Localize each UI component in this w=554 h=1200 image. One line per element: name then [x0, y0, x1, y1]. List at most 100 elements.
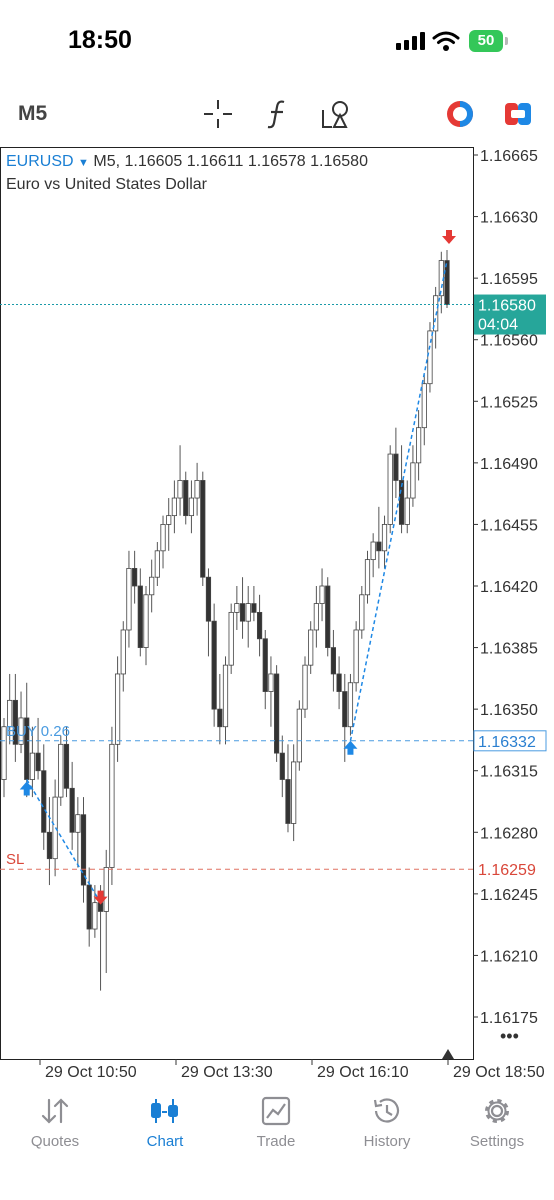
tab-quotes[interactable]: Quotes: [0, 1088, 110, 1168]
timeframe-button[interactable]: M5: [18, 102, 47, 126]
tab-trade[interactable]: Trade: [221, 1088, 331, 1168]
candle-body: [410, 462, 416, 499]
sell-arrow-icon: [442, 229, 456, 244]
symbol-dropdown-icon[interactable]: ▼: [78, 157, 89, 169]
price-tick-label: 1.16560: [480, 333, 538, 350]
candle-body: [342, 691, 348, 728]
candle-body: [154, 550, 160, 578]
candle-body: [120, 629, 126, 675]
symbol-label[interactable]: EURUSD: [6, 153, 74, 170]
tab-chart[interactable]: Chart: [110, 1088, 220, 1168]
candle-body: [137, 585, 143, 648]
candle-body: [29, 752, 35, 780]
candle-body: [364, 559, 371, 596]
candle-body: [330, 647, 337, 675]
trade-connector-line: [26, 779, 102, 904]
candle-body: [370, 541, 376, 561]
candle-body: [69, 787, 75, 833]
price-tick-label: 1.16525: [480, 394, 538, 411]
gear-icon: [485, 1099, 509, 1123]
objects-icon[interactable]: [320, 98, 352, 130]
candle-body: [58, 743, 64, 798]
candle-body: [183, 480, 189, 517]
bottom-tab-bar: Quotes Chart Trade History Settings: [0, 1088, 554, 1200]
price-tick-label: 1.16490: [480, 456, 538, 473]
trade-panel-icon[interactable]: [503, 98, 533, 130]
status-time: 18:50: [68, 26, 132, 54]
candle-body: [308, 629, 314, 666]
price-tick-label: 1.16210: [480, 948, 538, 965]
candle-body: [268, 673, 274, 692]
candle-body: [279, 752, 285, 780]
buy-order-label: BUY 0.26: [6, 723, 70, 740]
history-icon: [373, 1098, 400, 1123]
candle-body: [313, 603, 319, 631]
candle-body: [86, 884, 92, 930]
candle-body: [398, 480, 405, 525]
candle-body: [285, 779, 291, 824]
tab-history[interactable]: History: [332, 1088, 442, 1168]
candle-body: [353, 629, 359, 684]
price-tick-label: 1.16595: [480, 271, 538, 288]
candlestick-chart-icon: [151, 1099, 178, 1123]
candle-body: [160, 524, 166, 552]
candle-body: [177, 480, 183, 499]
wifi-icon: [432, 31, 460, 51]
candle-body: [262, 638, 268, 692]
price-chart[interactable]: 1.16580 04:04 BUY 0.26 1.16332 SL 1.16259 1.1…: [0, 147, 554, 1087]
cellular-signal-icon: [396, 32, 425, 50]
buy-arrow-icon: [343, 740, 358, 755]
candle-body: [296, 708, 302, 763]
candle-body: [188, 497, 195, 517]
quotes-icon: [41, 1098, 69, 1124]
ohlc-info: M5, 1.16605 1.16611 1.16578 1.16580: [93, 153, 368, 170]
candle-body: [46, 831, 53, 860]
price-tick-label: 1.16175: [480, 1010, 538, 1027]
candle-body: [381, 524, 388, 552]
battery-indicator: 50: [469, 30, 503, 52]
price-tick-label: 1.16315: [480, 764, 538, 781]
candle-body: [222, 664, 229, 728]
candle-body: [35, 752, 41, 772]
candle-body: [92, 902, 98, 930]
candle-body: [421, 383, 427, 429]
candle-body: [41, 770, 47, 833]
time-tick-label: 29 Oct 10:50: [45, 1064, 137, 1081]
price-tick-label: 1.16385: [480, 641, 538, 658]
candle-body: [251, 603, 257, 613]
candle-body: [404, 497, 410, 525]
candle-body: [319, 585, 325, 604]
candle-body: [217, 708, 223, 728]
chart-header: EURUSD ▼ M5, 1.16605 1.16611 1.16578 1.1…: [6, 151, 368, 195]
candle-body: [359, 594, 365, 631]
price-tick-label: 1.16665: [480, 148, 538, 165]
price-tick-label: 1.16630: [480, 210, 538, 227]
candle-body: [228, 611, 234, 666]
candle-body: [336, 673, 342, 692]
time-tick-label: 29 Oct 18:50: [453, 1064, 545, 1081]
chart-area[interactable]: 1.16580 04:04 BUY 0.26 1.16332 SL 1.16259 1.1…: [0, 147, 554, 1087]
time-tick-label: 29 Oct 13:30: [181, 1064, 273, 1081]
one-click-trading-icon[interactable]: [444, 98, 476, 130]
tab-settings[interactable]: Settings: [442, 1088, 552, 1168]
tab-quotes-label: Quotes: [30, 1133, 80, 1150]
battery-tip: [505, 37, 508, 45]
candle-body: [347, 682, 354, 728]
candle-body: [200, 480, 206, 578]
price-tick-label: 1.16245: [480, 887, 538, 904]
candle-body: [114, 673, 121, 745]
trade-connector-line: [349, 260, 448, 741]
price-tick-label: 1.16280: [480, 825, 538, 842]
candle-body: [302, 664, 308, 710]
candle-body: [205, 576, 212, 622]
tab-trade-label: Trade: [256, 1133, 296, 1150]
function-icon[interactable]: [264, 98, 292, 130]
candle-body: [393, 453, 399, 481]
crosshair-icon[interactable]: [202, 98, 234, 130]
candle-body: [256, 611, 263, 640]
candle-body: [234, 603, 240, 613]
stop-loss-label: SL: [6, 851, 24, 868]
candle-body: [166, 515, 172, 525]
candle-body: [291, 761, 297, 824]
candle-body: [126, 568, 132, 631]
